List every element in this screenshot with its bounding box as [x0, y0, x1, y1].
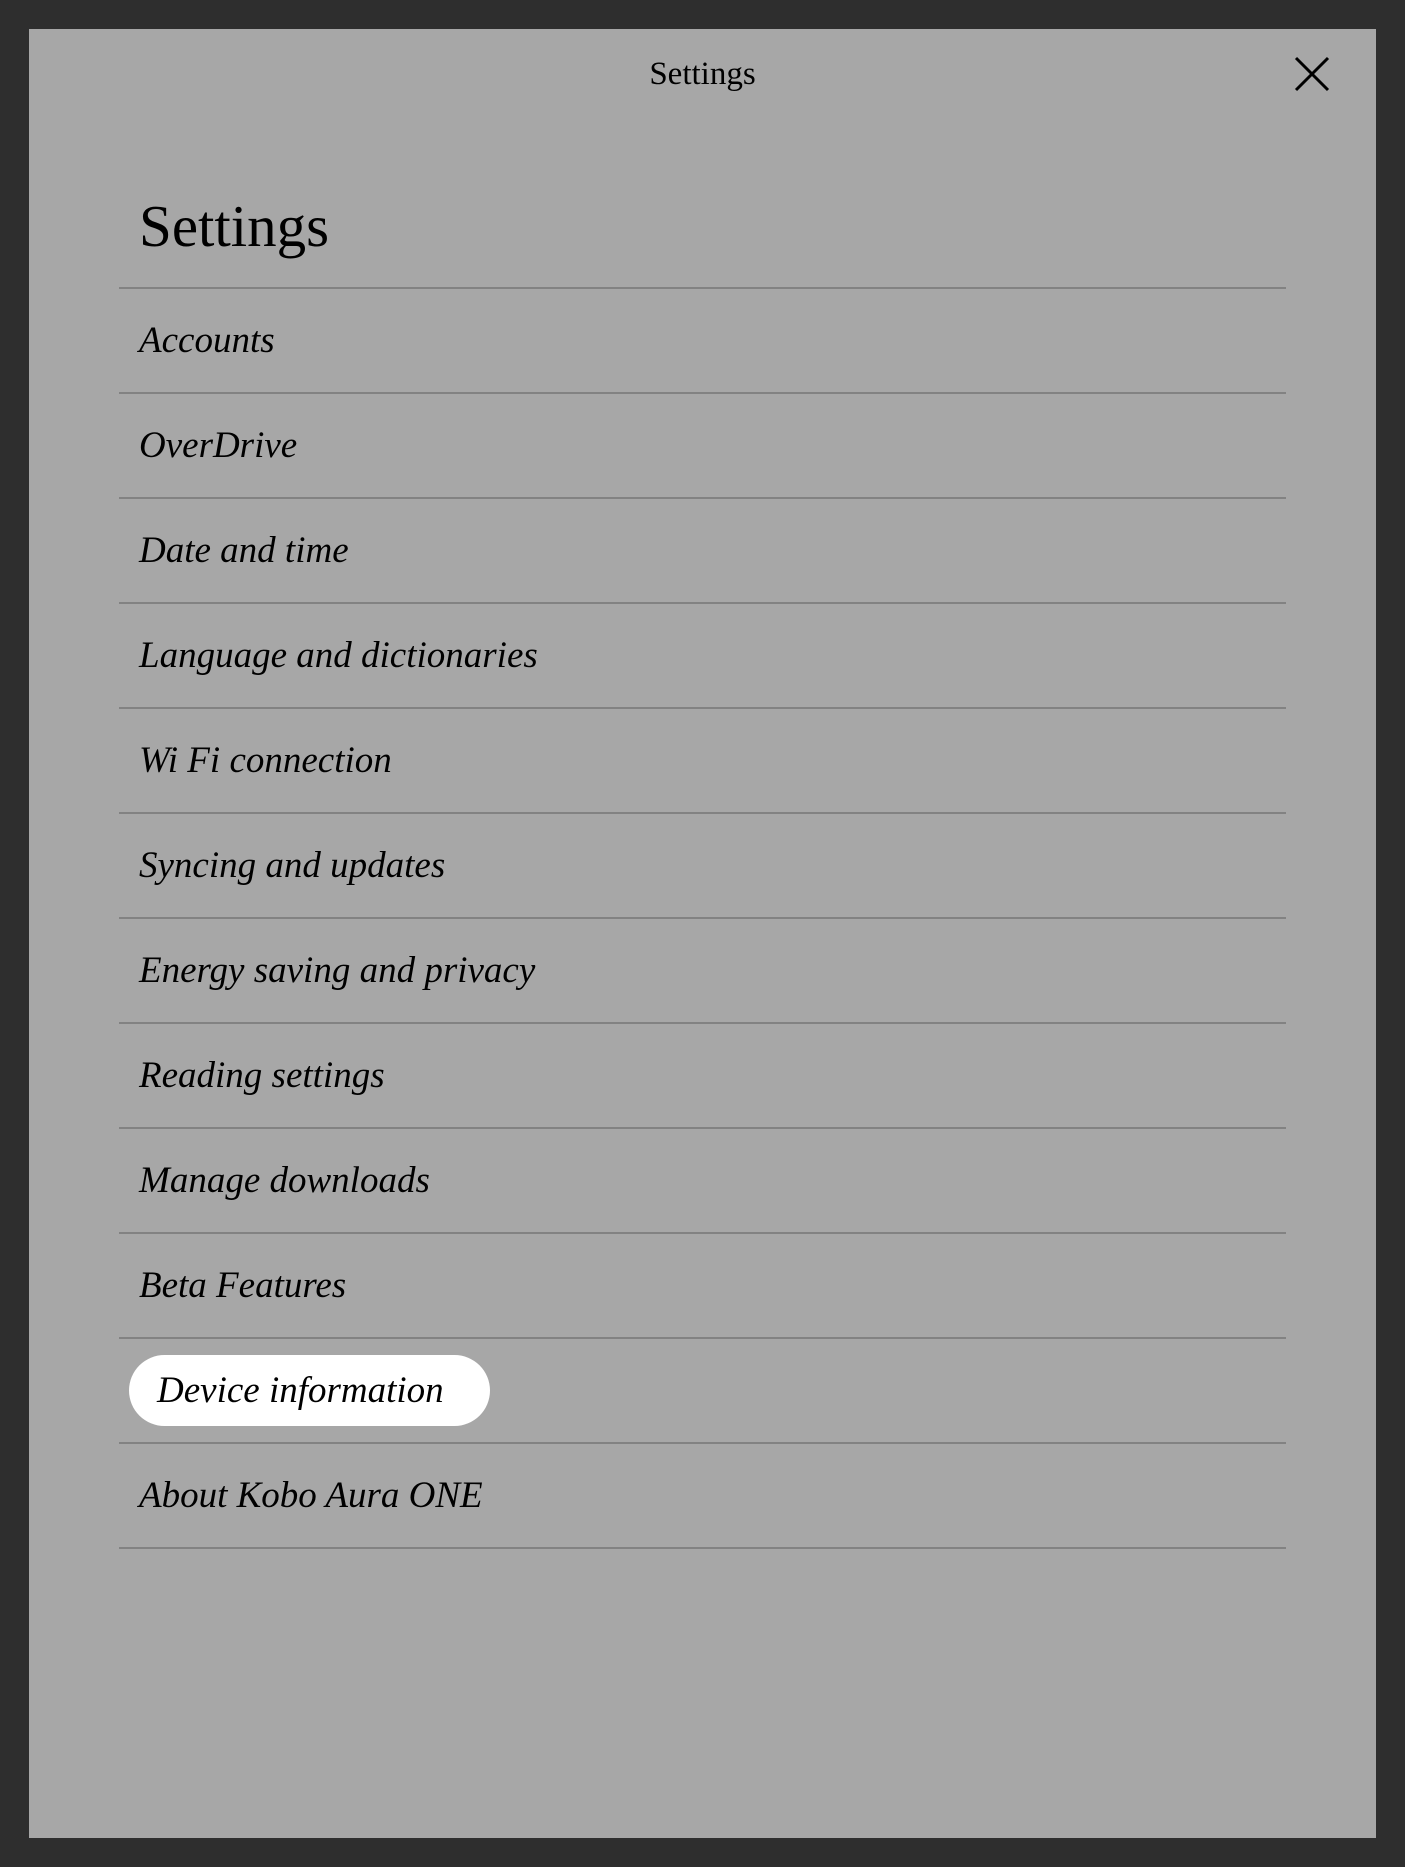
settings-item-label: Language and dictionaries [139, 634, 538, 677]
settings-item-label: Reading settings [139, 1054, 385, 1097]
settings-item-label: About Kobo Aura ONE [139, 1474, 483, 1517]
page-title: Settings [119, 194, 1286, 289]
close-icon [1292, 54, 1332, 94]
content-area: Settings Accounts OverDrive Date and tim… [29, 119, 1376, 1549]
settings-item-label: Manage downloads [139, 1159, 430, 1202]
settings-item-wifi[interactable]: Wi Fi connection [119, 709, 1286, 814]
settings-item-label: Accounts [139, 319, 275, 362]
settings-item-label: Device information [129, 1355, 490, 1426]
settings-item-reading-settings[interactable]: Reading settings [119, 1024, 1286, 1129]
settings-item-manage-downloads[interactable]: Manage downloads [119, 1129, 1286, 1234]
settings-item-label: Date and time [139, 529, 349, 572]
settings-item-label: Syncing and updates [139, 844, 445, 887]
settings-item-date-time[interactable]: Date and time [119, 499, 1286, 604]
settings-item-about[interactable]: About Kobo Aura ONE [119, 1444, 1286, 1549]
settings-item-label: Energy saving and privacy [139, 949, 535, 992]
settings-item-overdrive[interactable]: OverDrive [119, 394, 1286, 499]
settings-item-accounts[interactable]: Accounts [119, 289, 1286, 394]
header: Settings [29, 29, 1376, 119]
settings-item-device-information[interactable]: Device information [119, 1339, 1286, 1444]
settings-item-energy-privacy[interactable]: Energy saving and privacy [119, 919, 1286, 1024]
settings-item-beta-features[interactable]: Beta Features [119, 1234, 1286, 1339]
settings-screen: Settings Settings Accounts OverDrive [29, 29, 1376, 1838]
settings-item-label: Wi Fi connection [139, 739, 392, 782]
settings-item-label: OverDrive [139, 424, 297, 467]
settings-item-language-dictionaries[interactable]: Language and dictionaries [119, 604, 1286, 709]
settings-item-label: Beta Features [139, 1264, 346, 1307]
header-title: Settings [649, 56, 755, 93]
settings-item-syncing-updates[interactable]: Syncing and updates [119, 814, 1286, 919]
settings-list: Accounts OverDrive Date and time Languag… [119, 289, 1286, 1549]
close-button[interactable] [1288, 50, 1336, 98]
